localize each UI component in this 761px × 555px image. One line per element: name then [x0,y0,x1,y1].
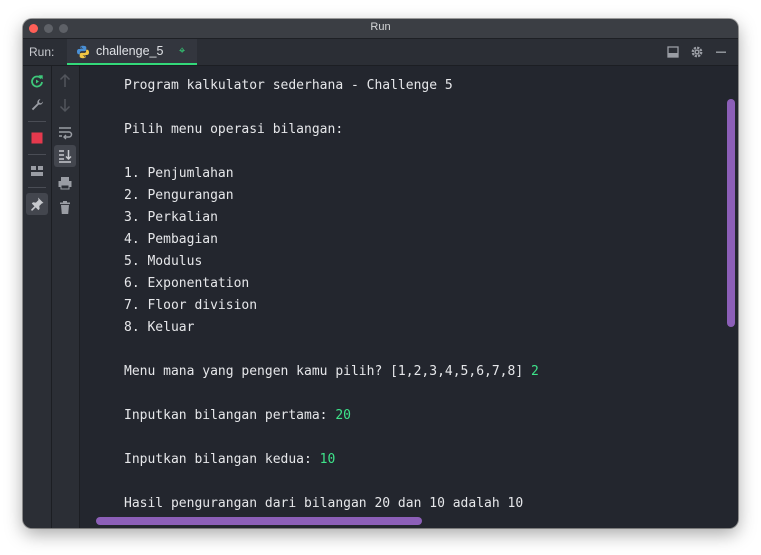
vertical-scrollbar[interactable] [727,99,735,327]
console-actions-gutter [52,66,80,528]
console-line: 3. Perkalian [124,210,218,225]
run-label: Run: [29,45,55,59]
rerun-icon[interactable] [28,72,46,90]
pin-toggle-button[interactable] [26,193,48,215]
console-line: Pilih menu operasi bilangan: [124,122,344,137]
pin-icon [31,197,44,211]
layout-icon[interactable] [28,162,46,180]
run-window: Run Run: challenge_5 ⌖ Program kalkulato… [23,19,738,528]
console-line: 5. Modulus [124,254,203,269]
soft-wrap-icon[interactable] [56,123,74,141]
console-text: Program kalkulator sederhana - Challenge… [124,75,539,515]
tab-label: challenge_5 [96,44,164,58]
second-number-prompt: Inputkan bilangan kedua: [124,452,320,467]
first-number-prompt: Inputkan bilangan pertama: [124,408,336,423]
minimize-icon[interactable] [713,44,729,60]
title-bar: Run [23,19,738,39]
run-actions-gutter [23,66,52,528]
console-line: Program kalkulator sederhana - Challenge… [124,78,453,93]
scroll-to-end-icon [59,150,72,163]
console-line: 4. Pembagian [124,232,218,247]
tab-challenge-5[interactable]: challenge_5 ⌖ [67,39,197,65]
result-line: Hasil pengurangan dari bilangan 20 dan 1… [124,496,524,511]
python-icon [77,45,89,59]
console-line: 8. Keluar [124,320,195,335]
menu-prompt: Menu mana yang pengen kamu pilih? [1,2,3… [124,364,531,379]
wrench-icon[interactable] [28,96,46,114]
console-output[interactable]: Program kalkulator sederhana - Challenge… [80,66,738,528]
trash-icon[interactable] [56,199,74,217]
scroll-to-end-toggle[interactable] [54,145,76,167]
layout-icon[interactable] [665,44,681,60]
arrow-up-icon[interactable] [56,72,74,90]
second-number-input: 10 [319,452,336,467]
pin-icon[interactable]: ⌖ [179,44,185,58]
console-line: 2. Pengurangan [124,188,234,203]
horizontal-scrollbar[interactable] [96,517,422,525]
console-line: 7. Floor division [124,298,258,313]
first-number-input: 20 [335,408,351,423]
gear-icon[interactable] [689,44,705,60]
print-icon[interactable] [56,174,74,192]
arrow-down-icon[interactable] [56,96,74,114]
menu-input: 2 [531,364,539,379]
window-title: Run [370,21,391,33]
console-line: 1. Penjumlahan [124,166,234,181]
run-toolbar: Run: challenge_5 ⌖ [23,39,738,66]
stop-icon[interactable] [28,129,46,147]
console-line: 6. Exponentation [124,276,250,291]
